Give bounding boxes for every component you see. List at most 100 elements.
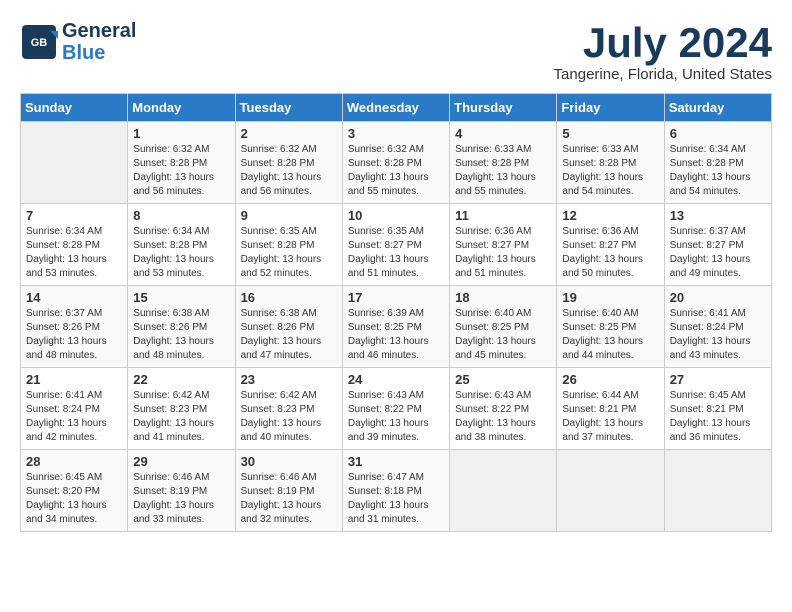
day-cell: 26 Sunrise: 6:44 AM Sunset: 8:21 PM Dayli… — [557, 368, 664, 450]
day-number: 8 — [133, 208, 229, 223]
day-info: Sunrise: 6:44 AM Sunset: 8:21 PM Dayligh… — [562, 389, 658, 445]
day-cell — [557, 450, 664, 532]
day-number: 28 — [26, 454, 122, 469]
day-cell: 25 Sunrise: 6:43 AM Sunset: 8:22 PM Dayli… — [450, 368, 557, 450]
day-info: Sunrise: 6:38 AM Sunset: 8:26 PM Dayligh… — [241, 307, 337, 363]
day-cell — [664, 450, 771, 532]
day-info: Sunrise: 6:47 AM Sunset: 8:18 PM Dayligh… — [348, 471, 444, 527]
day-number: 31 — [348, 454, 444, 469]
day-cell: 22 Sunrise: 6:42 AM Sunset: 8:23 PM Dayli… — [128, 368, 235, 450]
day-cell: 24 Sunrise: 6:43 AM Sunset: 8:22 PM Dayli… — [342, 368, 449, 450]
week-row-4: 21 Sunrise: 6:41 AM Sunset: 8:24 PM Dayli… — [21, 368, 772, 450]
day-number: 15 — [133, 290, 229, 305]
col-header-saturday: Saturday — [664, 94, 771, 122]
day-cell — [450, 450, 557, 532]
col-header-thursday: Thursday — [450, 94, 557, 122]
week-row-5: 28 Sunrise: 6:45 AM Sunset: 8:20 PM Dayli… — [21, 450, 772, 532]
day-info: Sunrise: 6:46 AM Sunset: 8:19 PM Dayligh… — [241, 471, 337, 527]
month-title: July 2024 — [554, 20, 772, 66]
day-number: 17 — [348, 290, 444, 305]
day-number: 27 — [670, 372, 766, 387]
day-cell: 5 Sunrise: 6:33 AM Sunset: 8:28 PM Daylig… — [557, 122, 664, 204]
page-header: GB General Blue July 2024 Tangerine, Flo… — [20, 20, 772, 83]
day-number: 30 — [241, 454, 337, 469]
day-cell: 19Sunrise: 6:40 AM Sunset: 8:25 PM Dayli… — [557, 286, 664, 368]
day-number: 21 — [26, 372, 122, 387]
day-info: Sunrise: 6:34 AM Sunset: 8:28 PM Dayligh… — [670, 143, 766, 199]
day-cell: 31 Sunrise: 6:47 AM Sunset: 8:18 PM Dayli… — [342, 450, 449, 532]
day-cell: 3 Sunrise: 6:32 AM Sunset: 8:28 PM Daylig… — [342, 122, 449, 204]
col-header-tuesday: Tuesday — [235, 94, 342, 122]
day-number: 23 — [241, 372, 337, 387]
day-number: 4 — [455, 126, 551, 141]
day-info: Sunrise: 6:45 AM Sunset: 8:20 PM Dayligh… — [26, 471, 122, 527]
day-info: Sunrise: 6:34 AM Sunset: 8:28 PM Dayligh… — [133, 225, 229, 281]
day-cell: 17 Sunrise: 6:39 AM Sunset: 8:25 PM Dayli… — [342, 286, 449, 368]
day-cell: 28 Sunrise: 6:45 AM Sunset: 8:20 PM Dayli… — [21, 450, 128, 532]
day-cell: 8 Sunrise: 6:34 AM Sunset: 8:28 PM Daylig… — [128, 204, 235, 286]
day-info: Sunrise: 6:41 AM Sunset: 8:24 PM Dayligh… — [670, 307, 766, 363]
logo-general: General — [62, 20, 136, 42]
col-header-sunday: Sunday — [21, 94, 128, 122]
day-info: Sunrise: 6:36 AM Sunset: 8:27 PM Dayligh… — [455, 225, 551, 281]
day-number: 22 — [133, 372, 229, 387]
day-number: 24 — [348, 372, 444, 387]
day-info: Sunrise: 6:35 AM Sunset: 8:27 PM Dayligh… — [348, 225, 444, 281]
col-header-monday: Monday — [128, 94, 235, 122]
day-number: 18 — [455, 290, 551, 305]
day-number: 5 — [562, 126, 658, 141]
day-info: Sunrise: 6:32 AM Sunset: 8:28 PM Dayligh… — [133, 143, 229, 199]
day-cell: 15Sunrise: 6:38 AM Sunset: 8:26 PM Dayli… — [128, 286, 235, 368]
day-cell: 9Sunrise: 6:35 AM Sunset: 8:28 PM Daylig… — [235, 204, 342, 286]
day-cell: 30 Sunrise: 6:46 AM Sunset: 8:19 PM Dayli… — [235, 450, 342, 532]
day-number: 11 — [455, 208, 551, 223]
day-number: 6 — [670, 126, 766, 141]
week-row-1: 1Sunrise: 6:32 AM Sunset: 8:28 PM Daylig… — [21, 122, 772, 204]
day-number: 29 — [133, 454, 229, 469]
day-info: Sunrise: 6:46 AM Sunset: 8:19 PM Dayligh… — [133, 471, 229, 527]
logo: GB General Blue — [20, 20, 136, 64]
day-cell: 13Sunrise: 6:37 AM Sunset: 8:27 PM Dayli… — [664, 204, 771, 286]
location: Tangerine, Florida, United States — [554, 66, 772, 83]
day-info: Sunrise: 6:43 AM Sunset: 8:22 PM Dayligh… — [455, 389, 551, 445]
day-number: 12 — [562, 208, 658, 223]
col-header-wednesday: Wednesday — [342, 94, 449, 122]
day-info: Sunrise: 6:33 AM Sunset: 8:28 PM Dayligh… — [562, 143, 658, 199]
day-info: Sunrise: 6:42 AM Sunset: 8:23 PM Dayligh… — [241, 389, 337, 445]
day-info: Sunrise: 6:37 AM Sunset: 8:26 PM Dayligh… — [26, 307, 122, 363]
day-cell: 7Sunrise: 6:34 AM Sunset: 8:28 PM Daylig… — [21, 204, 128, 286]
day-info: Sunrise: 6:34 AM Sunset: 8:28 PM Dayligh… — [26, 225, 122, 281]
calendar-table: SundayMondayTuesdayWednesdayThursdayFrid… — [20, 93, 772, 532]
day-info: Sunrise: 6:37 AM Sunset: 8:27 PM Dayligh… — [670, 225, 766, 281]
day-info: Sunrise: 6:43 AM Sunset: 8:22 PM Dayligh… — [348, 389, 444, 445]
title-section: July 2024 Tangerine, Florida, United Sta… — [554, 20, 772, 83]
day-cell: 20 Sunrise: 6:41 AM Sunset: 8:24 PM Dayli… — [664, 286, 771, 368]
day-info: Sunrise: 6:42 AM Sunset: 8:23 PM Dayligh… — [133, 389, 229, 445]
day-info: Sunrise: 6:40 AM Sunset: 8:25 PM Dayligh… — [562, 307, 658, 363]
day-number: 25 — [455, 372, 551, 387]
day-number: 26 — [562, 372, 658, 387]
week-row-3: 14 Sunrise: 6:37 AM Sunset: 8:26 PM Dayli… — [21, 286, 772, 368]
logo-icon: GB — [20, 23, 58, 61]
week-row-2: 7Sunrise: 6:34 AM Sunset: 8:28 PM Daylig… — [21, 204, 772, 286]
day-cell — [21, 122, 128, 204]
day-cell: 23 Sunrise: 6:42 AM Sunset: 8:23 PM Dayli… — [235, 368, 342, 450]
day-info: Sunrise: 6:33 AM Sunset: 8:28 PM Dayligh… — [455, 143, 551, 199]
day-cell: 1Sunrise: 6:32 AM Sunset: 8:28 PM Daylig… — [128, 122, 235, 204]
day-number: 14 — [26, 290, 122, 305]
day-cell: 11 Sunrise: 6:36 AM Sunset: 8:27 PM Dayli… — [450, 204, 557, 286]
day-number: 10 — [348, 208, 444, 223]
day-cell: 14 Sunrise: 6:37 AM Sunset: 8:26 PM Dayli… — [21, 286, 128, 368]
day-number: 2 — [241, 126, 337, 141]
day-info: Sunrise: 6:41 AM Sunset: 8:24 PM Dayligh… — [26, 389, 122, 445]
day-cell: 21 Sunrise: 6:41 AM Sunset: 8:24 PM Dayli… — [21, 368, 128, 450]
day-number: 3 — [348, 126, 444, 141]
day-info: Sunrise: 6:45 AM Sunset: 8:21 PM Dayligh… — [670, 389, 766, 445]
day-info: Sunrise: 6:39 AM Sunset: 8:25 PM Dayligh… — [348, 307, 444, 363]
day-number: 20 — [670, 290, 766, 305]
day-cell: 27 Sunrise: 6:45 AM Sunset: 8:21 PM Dayli… — [664, 368, 771, 450]
day-info: Sunrise: 6:32 AM Sunset: 8:28 PM Dayligh… — [348, 143, 444, 199]
day-cell: 6 Sunrise: 6:34 AM Sunset: 8:28 PM Daylig… — [664, 122, 771, 204]
day-cell: 10 Sunrise: 6:35 AM Sunset: 8:27 PM Dayli… — [342, 204, 449, 286]
day-number: 16 — [241, 290, 337, 305]
